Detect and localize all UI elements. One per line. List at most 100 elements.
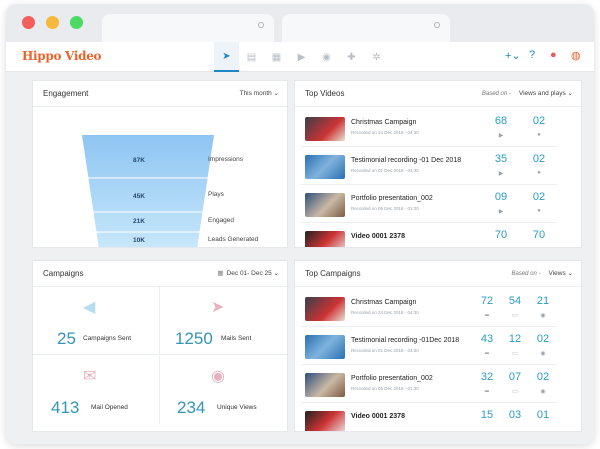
plays-label: Plays (208, 191, 224, 198)
campaigns-sent-value: 25 (57, 329, 76, 348)
based-on-label: Based on - (511, 271, 541, 277)
video-plays: 09 (494, 191, 508, 203)
campaign-shares: 72 (480, 295, 494, 307)
share-arrow-icon: ➦ (484, 389, 490, 395)
unique-views-label: Unique Views (217, 404, 257, 411)
unique-views-card: ◉ 234 Unique Views (161, 356, 287, 424)
campaign-title: Portfolio presentation_002 (351, 375, 433, 382)
avatar[interactable]: ◍ (571, 49, 581, 62)
plays-value: 45K (133, 193, 145, 200)
grid-icon[interactable]: ▦ (264, 42, 289, 72)
top-campaigns-title: Top Campaigns (305, 269, 361, 278)
campaign-date: Recorded on 01 Dec 2018 - 04:30 (351, 348, 419, 353)
inbox-icon: ▭ (512, 351, 518, 357)
video-date: Recorded on 05 Dec 2018 - 01:30 (351, 206, 419, 211)
video-date: Recorded on 24 Dec 2018 - 04:30 (351, 130, 419, 135)
integrations-icon[interactable]: ✚ (339, 42, 364, 72)
top-videos-panel: Top Videos Based on - Views and plays ⌄ C… (294, 80, 582, 248)
video-row[interactable]: Christmas Campaign Recorded on 24 Dec 20… (301, 111, 557, 147)
app-header: Hippo Video ➤ ▤ ▦ ▶ ◉ ✚ ✲ +⌄ ? ● ◍ (6, 42, 594, 72)
unique-views-value: 234 (177, 398, 206, 417)
engagement-panel: Engagement This month ⌄ 87K 45K 21K 10K … (32, 80, 288, 248)
engagement-funnel: 87K 45K 21K 10K (73, 109, 223, 247)
video-views: 02 (532, 153, 546, 165)
engaged-label: Engaged (208, 217, 235, 224)
campaign-title: Video 0001 2378 (351, 413, 405, 420)
top-videos-metric-select[interactable]: Based on - Views and plays ⌄ (482, 89, 573, 97)
paper-plane-icon: ➤ (211, 299, 225, 316)
engagement-header: Engagement This month ⌄ (33, 81, 287, 107)
mail-opened-card: ✉ 413 Mail Opened (33, 356, 160, 424)
video-title: Christmas Campaign (351, 119, 417, 126)
help-icon[interactable]: ? (529, 49, 535, 61)
campaigns-sent-label: Campaigns Sent (83, 335, 132, 342)
campaign-row[interactable]: Testimonial recording -01Dec 2018 Record… (301, 329, 557, 365)
campaign-shares: 15 (480, 409, 494, 421)
video-date: Recorded on 01 Dec 2018 - 04:30 (351, 168, 419, 173)
campaigns-date-select[interactable]: ▦ Dec 01- Dec 25 ⌄ (217, 269, 279, 277)
metric-value: Views and plays ⌄ (518, 90, 573, 97)
campaign-thumbnail (305, 411, 345, 431)
browser-titlebar (6, 4, 594, 42)
campaign-shares: 32 (480, 371, 494, 383)
metric-value: Views ⌄ (548, 270, 573, 277)
video-views: 02 (532, 191, 546, 203)
impressions-label: Impressions (208, 156, 244, 163)
browser-tab[interactable] (102, 14, 274, 42)
top-videos-title: Top Videos (305, 89, 345, 98)
campaign-date: Recorded on 24 Dec 2018 - 04:30 (351, 310, 419, 315)
mails-sent-card: ➤ 1250 Mails Sent (161, 287, 287, 355)
play-icon: ▶ (498, 133, 504, 139)
based-on-label: Based on - (481, 91, 511, 97)
video-title: Video 0001 2378 (351, 233, 405, 240)
campaign-opens: 12 (508, 333, 522, 345)
eye-icon: ◉ (540, 313, 546, 319)
campaign-thumbnail (305, 297, 345, 321)
dashboard-rocket-icon[interactable]: ➤ (214, 42, 239, 72)
funnel-chart (82, 135, 214, 247)
browser-tab[interactable] (282, 14, 450, 42)
minimize-window-button[interactable] (46, 16, 59, 29)
notifications-icon[interactable]: ● (550, 49, 557, 61)
video-row[interactable]: Testimonial recording -01 Dec 2018 Recor… (301, 149, 557, 185)
tab-close-icon[interactable] (434, 22, 440, 28)
video-title: Testimonial recording -01 Dec 2018 (351, 157, 462, 164)
video-row[interactable]: Video 0001 2378 70 70 (301, 225, 557, 247)
mails-sent-value: 1250 (175, 329, 213, 348)
settings-gear-icon[interactable]: ✲ (364, 42, 389, 72)
video-camera-icon[interactable]: ▶ (289, 42, 314, 72)
main-nav: ➤ ▤ ▦ ▶ ◉ ✚ ✲ (214, 42, 389, 72)
maximize-window-button[interactable] (70, 16, 83, 29)
campaign-row[interactable]: Portfolio presentation_002 Recorded on 0… (301, 367, 557, 403)
engagement-period-select[interactable]: This month ⌄ (240, 89, 279, 97)
megaphone-icon: ◀ (83, 299, 96, 316)
add-new-icon[interactable]: +⌄ (505, 49, 521, 62)
campaign-opens: 03 (508, 409, 522, 421)
video-row[interactable]: Portfolio presentation_002 Recorded on 0… (301, 187, 557, 223)
video-thumbnail (305, 193, 345, 217)
campaign-row[interactable]: Video 0001 2378 15 03 01 (301, 405, 557, 431)
browser-window: Hippo Video ➤ ▤ ▦ ▶ ◉ ✚ ✲ +⌄ ? ● ◍ Engag… (6, 4, 594, 444)
video-plays: 35 (494, 153, 508, 165)
top-campaigns-metric-select[interactable]: Based on - Views ⌄ (511, 269, 573, 277)
campaign-shares: 43 (480, 333, 494, 345)
document-icon[interactable]: ▤ (239, 42, 264, 72)
inbox-icon: ▭ (512, 389, 518, 395)
campaign-date: Recorded on 05 Dec 2018 - 01:30 (351, 386, 419, 391)
inbox-icon: ▭ (512, 313, 518, 319)
open-envelope-icon: ✉ (83, 368, 97, 385)
eye-icon: ◉ (540, 351, 546, 357)
funnel-shape (82, 135, 214, 247)
campaign-row[interactable]: Christmas Campaign Recorded on 24 Dec 20… (301, 291, 557, 327)
video-plays: 70 (494, 229, 508, 241)
video-thumbnail (305, 117, 345, 141)
tab-close-icon[interactable] (258, 22, 264, 28)
eye-icon: ◉ (540, 389, 546, 395)
campaign-title: Testimonial recording -01Dec 2018 (351, 337, 460, 344)
close-window-button[interactable] (22, 16, 35, 29)
campaign-opens: 07 (508, 371, 522, 383)
contacts-icon[interactable]: ◉ (314, 42, 339, 72)
campaign-views: 02 (536, 333, 550, 345)
calendar-icon: ▦ (217, 270, 224, 277)
dashboard-content: Engagement This month ⌄ 87K 45K 21K 10K … (32, 80, 582, 432)
